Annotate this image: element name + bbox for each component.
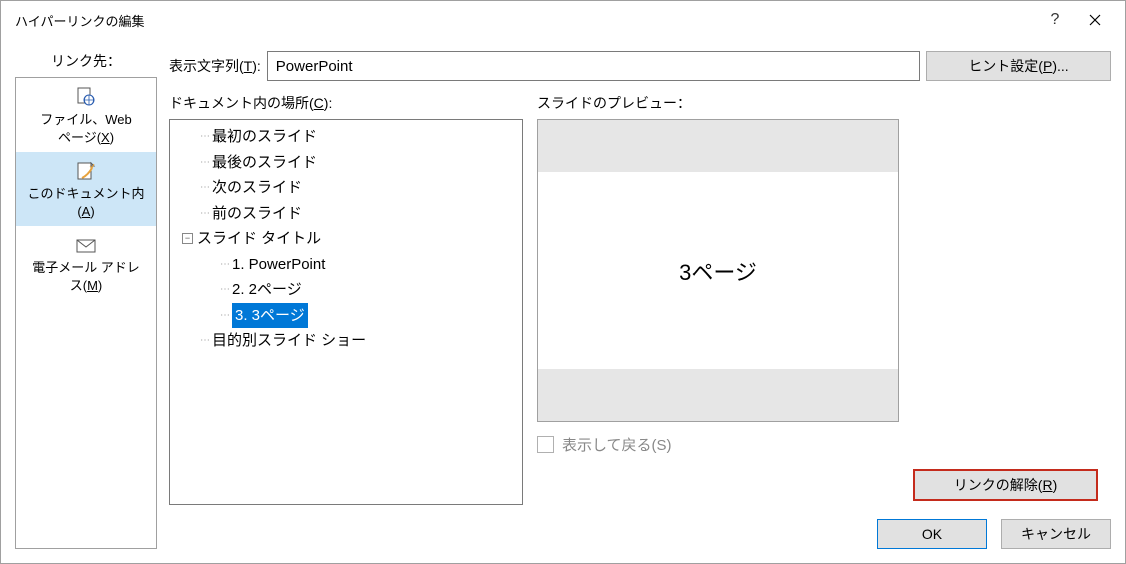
- email-icon: [75, 234, 97, 256]
- location-column: ドキュメント内の場所(C): ⋯最初のスライド ⋯最後のスライド ⋯次のスライド…: [169, 93, 523, 505]
- tree-collapse-icon[interactable]: −: [182, 233, 193, 244]
- link-to-sidebar: ファイル、Webページ(X) このドキュメント内(A): [15, 77, 157, 549]
- preview-letterbox-bottom: [538, 369, 898, 421]
- main-row: ドキュメント内の場所(C): ⋯最初のスライド ⋯最後のスライド ⋯次のスライド…: [169, 93, 1111, 505]
- help-icon[interactable]: ?: [1035, 2, 1075, 38]
- dialog-content: リンク先： ファイル、Webページ(X): [1, 39, 1125, 563]
- tree-item-slide-3[interactable]: ⋯3. 3ページ: [176, 303, 516, 329]
- preview-slide-content: 3ページ: [538, 172, 898, 369]
- show-and-return-label: 表示して戻る(S): [562, 434, 672, 455]
- link-to-label: リンク先：: [15, 51, 157, 71]
- title-bar: ハイパーリンクの編集 ?: [1, 1, 1125, 39]
- file-web-icon: [75, 86, 97, 108]
- right-area: 表示文字列(T): ヒント設定(P)... ドキュメント内の場所(C): ⋯最初…: [169, 51, 1111, 549]
- show-and-return-row: 表示して戻る(S): [537, 434, 899, 455]
- document-place-icon: [75, 160, 97, 182]
- screen-tip-button[interactable]: ヒント設定(P)...: [926, 51, 1111, 81]
- tree-item-slide-2[interactable]: ⋯2. 2ページ: [176, 277, 516, 303]
- sidebar-item-label: 電子メール アドレス(M): [18, 259, 154, 294]
- sidebar-item-this-document[interactable]: このドキュメント内(A): [16, 152, 156, 226]
- sidebar-item-label: ファイル、Webページ(X): [18, 111, 154, 146]
- slide-preview: 3ページ: [537, 119, 899, 422]
- display-text-input[interactable]: [267, 51, 920, 81]
- left-panel: リンク先： ファイル、Webページ(X): [15, 51, 157, 549]
- tree-item-slide-1[interactable]: ⋯1. PowerPoint: [176, 252, 516, 278]
- preview-label: スライドのプレビュー：: [537, 93, 899, 113]
- edit-hyperlink-dialog: ハイパーリンクの編集 ? リンク先： ファイル、Webページ(X): [0, 0, 1126, 564]
- tree-item-prev-slide[interactable]: ⋯前のスライド: [176, 201, 516, 227]
- remove-link-button[interactable]: リンクの解除(R): [913, 469, 1098, 501]
- tree-item-first-slide[interactable]: ⋯最初のスライド: [176, 124, 516, 150]
- sidebar-item-email[interactable]: 電子メール アドレス(M): [16, 226, 156, 300]
- close-icon[interactable]: [1075, 2, 1115, 38]
- sidebar-item-label: このドキュメント内(A): [18, 185, 154, 220]
- show-and-return-checkbox: [537, 436, 554, 453]
- actions-column: リンクの解除(R): [913, 93, 1098, 505]
- tree-item-slide-titles[interactable]: −スライド タイトル: [176, 226, 516, 252]
- display-text-row: 表示文字列(T): ヒント設定(P)...: [169, 51, 1111, 81]
- tree-item-next-slide[interactable]: ⋯次のスライド: [176, 175, 516, 201]
- sidebar-item-file-web[interactable]: ファイル、Webページ(X): [16, 78, 156, 152]
- dialog-title: ハイパーリンクの編集: [15, 11, 1035, 30]
- cancel-button[interactable]: キャンセル: [1001, 519, 1111, 549]
- location-label: ドキュメント内の場所(C):: [169, 93, 523, 113]
- preview-column: スライドのプレビュー： 3ページ 表示して戻る(S): [537, 93, 899, 505]
- preview-letterbox-top: [538, 120, 898, 172]
- location-tree[interactable]: ⋯最初のスライド ⋯最後のスライド ⋯次のスライド ⋯前のスライド −スライド …: [169, 119, 523, 505]
- display-text-label: 表示文字列(T):: [169, 56, 261, 76]
- ok-button[interactable]: OK: [877, 519, 987, 549]
- dialog-footer: OK キャンセル: [169, 519, 1111, 549]
- tree-item-custom-shows[interactable]: ⋯目的別スライド ショー: [176, 328, 516, 354]
- tree-item-last-slide[interactable]: ⋯最後のスライド: [176, 150, 516, 176]
